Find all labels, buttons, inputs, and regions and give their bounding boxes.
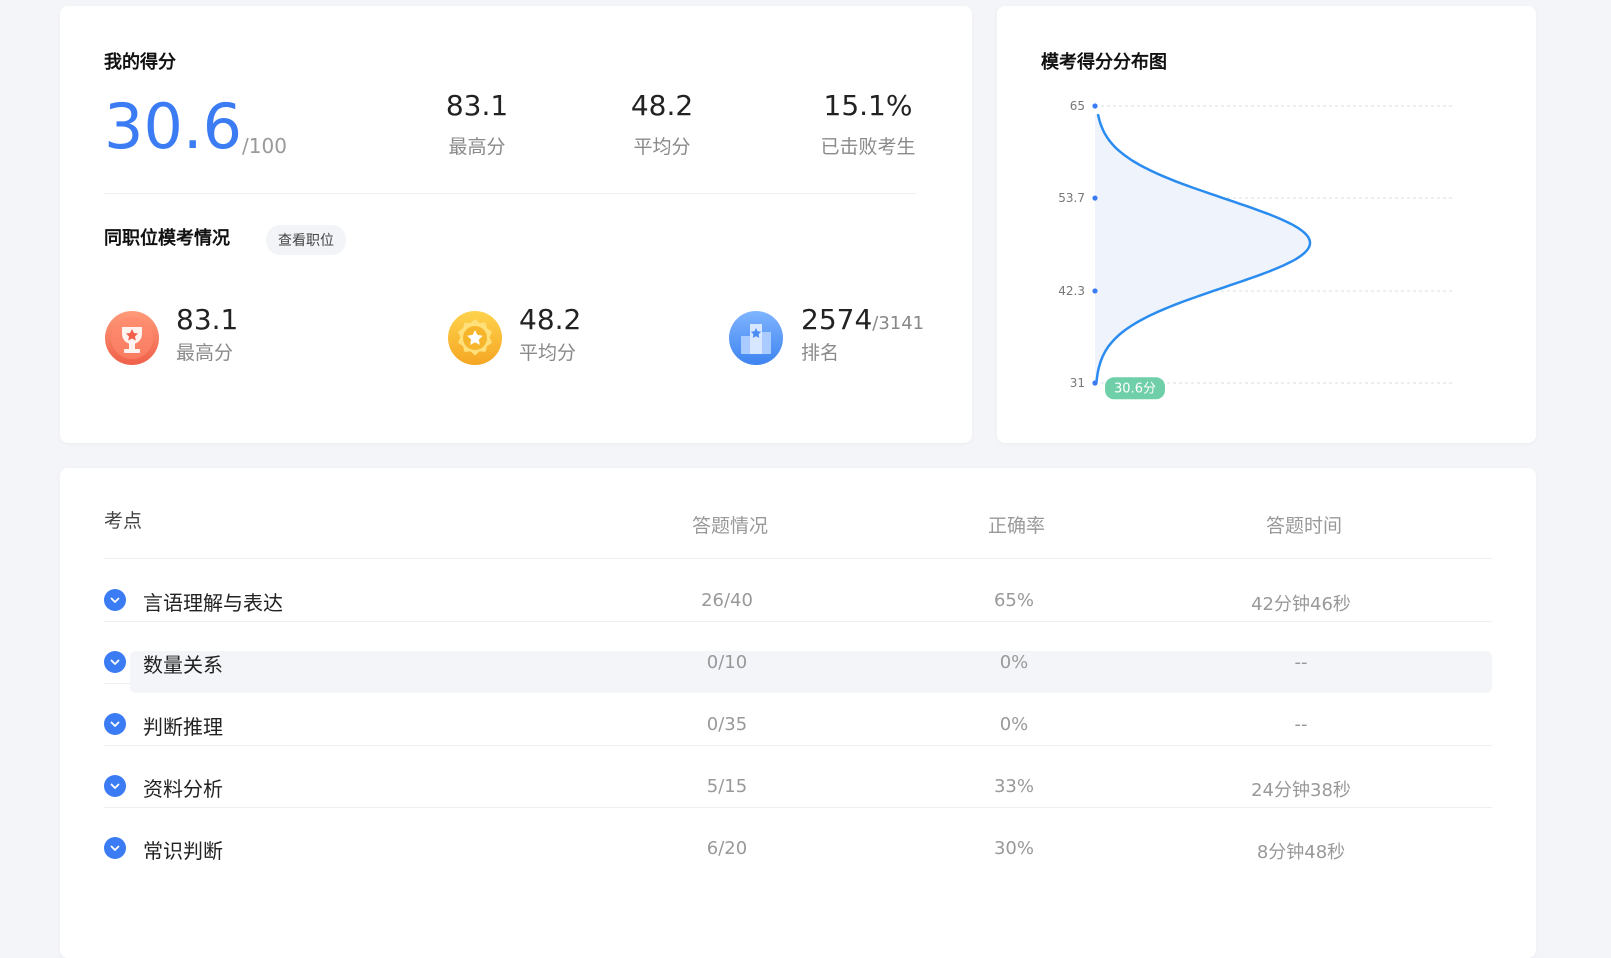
answer-time: 42分钟46秒	[1251, 594, 1351, 615]
y-tick-label: 53.7	[1058, 191, 1085, 205]
row-divider	[104, 745, 1492, 746]
ranking-icon	[729, 311, 783, 365]
accuracy-rate: 33%	[993, 776, 1034, 797]
header-accuracy: 正确率	[988, 515, 1046, 537]
peer-rank-value: 2574	[801, 303, 873, 336]
answer-time: 8分钟48秒	[1256, 842, 1346, 863]
highest-score-label: 最高分	[448, 136, 506, 158]
average-score-label: 平均分	[633, 136, 691, 158]
expand-chevron-icon[interactable]	[104, 837, 126, 859]
tick-dot	[1092, 195, 1098, 201]
accuracy-rate: 65%	[993, 590, 1034, 611]
answered-count: 6/20	[706, 838, 748, 859]
answered-count: 5/15	[706, 776, 748, 797]
topic-name[interactable]: 判断推理	[143, 711, 223, 740]
y-tick-label: 42.3	[1058, 284, 1085, 298]
peer-rank-label: 排名	[801, 342, 840, 364]
answer-time: --	[1294, 652, 1308, 673]
score-marker-label: 30.6分	[1114, 381, 1156, 396]
distribution-card: 模考得分分布图 65 53.7 42.3 31 30.6分	[997, 6, 1536, 443]
average-score-value: 48.2	[630, 89, 694, 122]
divider	[104, 193, 916, 194]
row-divider	[104, 621, 1492, 622]
expand-chevron-icon[interactable]	[104, 589, 126, 611]
expand-chevron-icon[interactable]	[104, 651, 126, 673]
accuracy-rate: 0%	[999, 714, 1029, 735]
beaten-percent-value: 15.1%	[823, 89, 913, 122]
distribution-area	[1095, 114, 1310, 383]
answered-count: 0/35	[706, 714, 748, 735]
trophy-icon	[105, 311, 159, 365]
view-position-button[interactable]: 查看职位	[266, 225, 346, 255]
answer-time: 24分钟38秒	[1251, 780, 1351, 801]
full-mark: /100	[242, 134, 287, 158]
my-score: 30.6	[104, 90, 243, 163]
score-title: 我的得分	[104, 52, 176, 73]
y-tick-label: 65	[1070, 99, 1085, 113]
topic-name[interactable]: 数量关系	[143, 649, 223, 678]
row-divider	[104, 558, 1492, 559]
accuracy-rate: 30%	[993, 838, 1034, 859]
header-answered: 答题情况	[692, 515, 769, 537]
score-card: 我的得分 30.6 /100 83.1 最高分 48.2 平均分 15.1% 已…	[60, 6, 972, 443]
highest-score-value: 83.1	[445, 89, 509, 122]
expand-chevron-icon[interactable]	[104, 775, 126, 797]
answered-count: 0/10	[706, 652, 748, 673]
distribution-chart: 65 53.7 42.3 31 30.6分	[1058, 99, 1452, 400]
peer-highest-value: 83.1	[176, 303, 239, 336]
peer-rank-total: /3141	[872, 313, 925, 334]
peer-rank: 2574/3141	[801, 306, 924, 334]
y-tick-label: 31	[1070, 376, 1085, 390]
peer-average-label: 平均分	[519, 342, 577, 364]
expand-chevron-icon[interactable]	[104, 713, 126, 735]
beaten-percent-label: 已击败考生	[820, 136, 916, 158]
topic-name[interactable]: 资料分析	[143, 773, 223, 802]
tick-dot	[1092, 288, 1098, 294]
row-divider	[104, 807, 1492, 808]
tick-dot	[1092, 380, 1098, 386]
score-marker: 30.6分	[1105, 377, 1165, 400]
medal-star-icon	[448, 311, 502, 365]
answer-time: --	[1294, 714, 1308, 735]
topic-name[interactable]: 言语理解与表达	[143, 587, 283, 616]
peer-average-value: 48.2	[519, 303, 582, 336]
header-topic: 考点	[104, 510, 143, 532]
header-time: 答题时间	[1266, 515, 1343, 537]
accuracy-rate: 0%	[999, 652, 1029, 673]
peer-highest-label: 最高分	[176, 342, 234, 364]
tick-dot	[1092, 103, 1098, 109]
peer-title: 同职位模考情况	[104, 228, 230, 249]
topic-name[interactable]: 常识判断	[143, 835, 223, 864]
topic-table-card: 考点 答题情况 正确率 答题时间 言语理解与表达 26/40 65% 42分钟46秒数…	[60, 468, 1536, 958]
y-tick-labels: 65 53.7 42.3 31	[1058, 99, 1098, 390]
answered-count: 26/40	[701, 590, 753, 611]
